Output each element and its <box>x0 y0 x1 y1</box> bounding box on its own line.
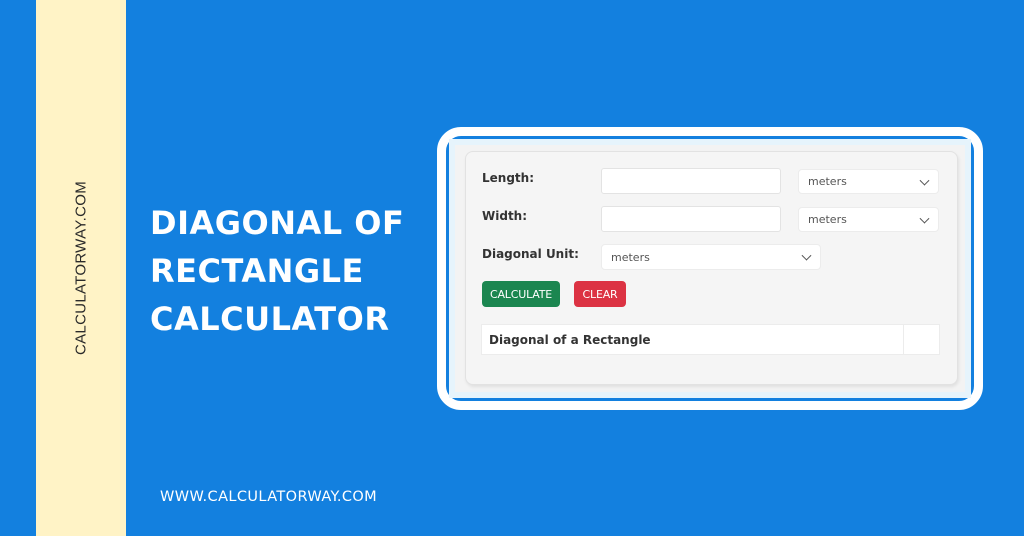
result-value <box>903 325 939 354</box>
title-line-1: DIAGONAL OF <box>150 204 405 242</box>
chevron-down-icon <box>919 213 930 224</box>
diagonal-unit-label: Diagonal Unit: <box>482 247 579 261</box>
result-row: Diagonal of a Rectangle <box>481 324 940 355</box>
chevron-down-icon <box>919 175 930 186</box>
calculate-button[interactable]: CALCULATE <box>482 281 560 307</box>
result-label: Diagonal of a Rectangle <box>489 332 651 347</box>
length-label: Length: <box>482 171 534 185</box>
width-input[interactable] <box>601 206 781 232</box>
width-label: Width: <box>482 209 528 223</box>
title-line-2: RECTANGLE <box>150 252 364 290</box>
length-unit-select[interactable]: meters <box>798 169 939 194</box>
length-input[interactable] <box>601 168 781 194</box>
length-unit-value: meters <box>808 175 847 188</box>
brand-vertical-text: CALCULATORWAY.COM <box>72 180 90 356</box>
diagonal-unit-value: meters <box>611 250 650 264</box>
page-title: DIAGONAL OF RECTANGLE CALCULATOR <box>150 199 404 343</box>
width-unit-value: meters <box>808 213 847 226</box>
footer-website-url: WWW.CALCULATORWAY.COM <box>160 489 378 505</box>
width-unit-select[interactable]: meters <box>798 207 939 232</box>
chevron-down-icon <box>801 250 812 261</box>
clear-button[interactable]: CLEAR <box>574 281 626 307</box>
title-line-3: CALCULATOR <box>150 300 390 338</box>
diagonal-unit-select[interactable]: meters <box>601 244 821 270</box>
